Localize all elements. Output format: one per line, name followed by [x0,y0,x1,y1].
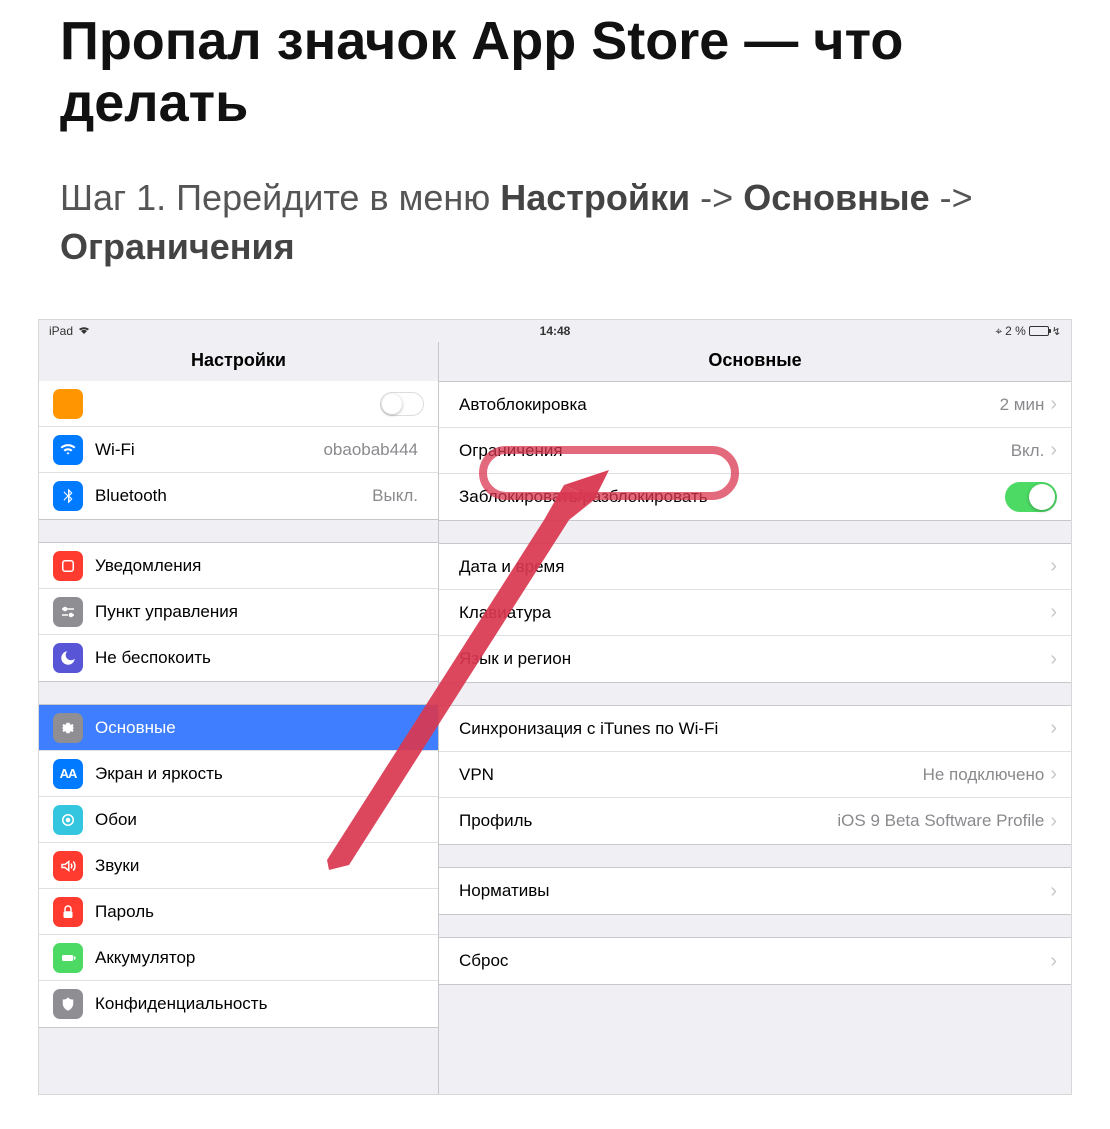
sidebar-item-privacy[interactable]: Конфиденциальность [39,981,438,1027]
detail-title: Основные [439,342,1071,381]
notifications-label: Уведомления [95,556,424,576]
step-arrow-2: -> [930,177,973,218]
bluetooth-icon [53,481,83,511]
sounds-icon [53,851,83,881]
battery-icon [1029,326,1049,336]
general-label: Основные [95,718,424,738]
wallpaper-label: Обои [95,810,424,830]
sidebar-item-battery[interactable]: Аккумулятор [39,935,438,981]
sounds-label: Звуки [95,856,424,876]
vpn-value: Не подключено [923,765,1045,785]
wifi-icon [53,435,83,465]
wifi-label: Wi-Fi [95,440,323,460]
keyboard-label: Клавиатура [459,603,1050,623]
ipad-settings-screenshot: iPad 14:48 ⌖ 2 % ↯ Настройки [38,319,1072,1095]
detail-profile[interactable]: Профиль iOS 9 Beta Software Profile › [439,798,1071,844]
status-bar: iPad 14:48 ⌖ 2 % ↯ [39,320,1071,342]
profile-value: iOS 9 Beta Software Profile [837,811,1044,831]
detail-vpn[interactable]: VPN Не подключено › [439,752,1071,798]
lock-unlock-label: Заблокировать/разблокировать [459,487,1005,507]
dnd-icon [53,643,83,673]
step-bold-2: Основные [743,177,929,218]
sidebar-item-bluetooth[interactable]: Bluetooth Выкл. [39,473,438,519]
itunes-sync-label: Синхронизация с iTunes по Wi-Fi [459,719,1050,739]
reset-label: Сброс [459,951,1050,971]
detail-reset[interactable]: Сброс › [439,938,1071,984]
bluetooth-value: Выкл. [372,486,418,506]
battery-label: Аккумулятор [95,948,424,968]
step-bold-1: Настройки [500,177,690,218]
sidebar-item-notifications[interactable]: Уведомления [39,543,438,589]
profile-label: Профиль [459,811,837,831]
passcode-label: Пароль [95,902,424,922]
chevron-right-icon: › [1050,555,1057,578]
datetime-label: Дата и время [459,557,1050,577]
lock-unlock-toggle[interactable] [1005,482,1057,512]
airplane-toggle[interactable] [380,392,424,416]
control-center-label: Пункт управления [95,602,424,622]
sidebar-item-wifi[interactable]: Wi-Fi obaobab444 [39,427,438,473]
device-label: iPad [49,324,73,338]
wifi-value: obaobab444 [323,440,418,460]
restrictions-label: Ограничения [459,441,1011,461]
wallpaper-icon [53,805,83,835]
chevron-right-icon: › [1050,880,1057,903]
chevron-right-icon: › [1050,763,1057,786]
sidebar-title: Настройки [39,342,438,381]
charging-icon: ↯ [1052,325,1061,338]
airplane-icon [53,389,83,419]
detail-itunes-sync[interactable]: Синхронизация с iTunes по Wi-Fi › [439,706,1071,752]
detail-regulatory[interactable]: Нормативы › [439,868,1071,914]
sidebar-item-display[interactable]: AA Экран и яркость [39,751,438,797]
article-title: Пропал значок App Store — что делать [60,10,1050,134]
vpn-label: VPN [459,765,923,785]
sidebar-item-airplane[interactable] [39,381,438,427]
gear-icon [53,713,83,743]
detail-lang-region[interactable]: Язык и регион › [439,636,1071,682]
privacy-icon [53,989,83,1019]
autolock-value: 2 мин [1000,395,1045,415]
display-label: Экран и яркость [95,764,424,784]
dnd-label: Не беспокоить [95,648,424,668]
sidebar-item-wallpaper[interactable]: Обои [39,797,438,843]
status-time: 14:48 [540,324,571,338]
chevron-right-icon: › [1050,601,1057,624]
display-icon: AA [53,759,83,789]
sidebar-item-general[interactable]: Основные [39,705,438,751]
bluetooth-label: Bluetooth [95,486,372,506]
control-center-icon [53,597,83,627]
location-icon: ⌖ [995,324,1002,339]
general-detail-pane: Основные Автоблокировка 2 мин › Ограниче… [439,342,1071,1094]
detail-autolock[interactable]: Автоблокировка 2 мин › [439,382,1071,428]
autolock-label: Автоблокировка [459,395,1000,415]
notifications-icon [53,551,83,581]
lang-region-label: Язык и регион [459,649,1050,669]
battery-percent: 2 % [1005,324,1026,338]
step-1-text: Шаг 1. Перейдите в меню Настройки -> Осн… [60,174,1050,271]
detail-keyboard[interactable]: Клавиатура › [439,590,1071,636]
chevron-right-icon: › [1050,810,1057,833]
battery-settings-icon [53,943,83,973]
sidebar-item-sounds[interactable]: Звуки [39,843,438,889]
chevron-right-icon: › [1050,717,1057,740]
chevron-right-icon: › [1050,439,1057,462]
step-prefix: Шаг 1. Перейдите в меню [60,177,500,218]
detail-restrictions[interactable]: Ограничения Вкл. › [439,428,1071,474]
detail-lock-unlock[interactable]: Заблокировать/разблокировать [439,474,1071,520]
sidebar-item-dnd[interactable]: Не беспокоить [39,635,438,681]
regulatory-label: Нормативы [459,881,1050,901]
sidebar-item-control-center[interactable]: Пункт управления [39,589,438,635]
step-arrow-1: -> [690,177,743,218]
privacy-label: Конфиденциальность [95,994,424,1014]
sidebar-item-passcode[interactable]: Пароль [39,889,438,935]
chevron-right-icon: › [1050,648,1057,671]
chevron-right-icon: › [1050,950,1057,973]
lock-icon [53,897,83,927]
step-bold-3: Ограничения [60,226,295,267]
restrictions-value: Вкл. [1011,441,1045,461]
wifi-status-icon [77,324,91,338]
settings-sidebar: Настройки Wi-Fi obaobab444 [39,342,439,1094]
chevron-right-icon: › [1050,393,1057,416]
detail-datetime[interactable]: Дата и время › [439,544,1071,590]
